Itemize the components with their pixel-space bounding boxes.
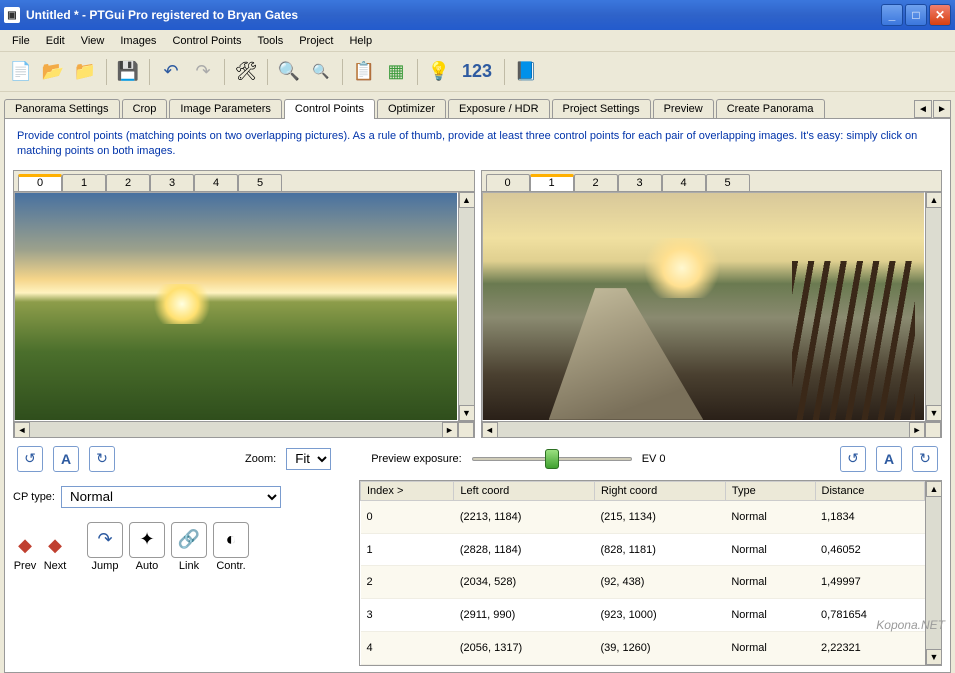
right-image-pane: 0 1 2 3 4 5 ▲▼ ◄► <box>481 170 943 438</box>
menu-view[interactable]: View <box>73 33 113 49</box>
left-tab-3[interactable]: 3 <box>150 174 194 191</box>
open-folder-icon[interactable]: 📂 <box>38 57 68 87</box>
right-tab-0[interactable]: 0 <box>486 174 530 191</box>
left-rotate-cw-icon[interactable]: ↻ <box>89 446 115 472</box>
table-row[interactable]: 1(2828, 1184)(828, 1181)Normal0,46052 <box>361 533 925 566</box>
tab-project-settings[interactable]: Project Settings <box>552 99 651 118</box>
right-hscroll[interactable]: ◄► <box>482 421 942 437</box>
left-image-canvas[interactable] <box>14 192 458 421</box>
copy-icon[interactable]: 📋 <box>349 57 379 87</box>
tab-scroll-left[interactable]: ◄ <box>914 100 932 118</box>
right-tab-4[interactable]: 4 <box>662 174 706 191</box>
window-title: Untitled * - PTGui Pro registered to Bry… <box>26 8 879 22</box>
watermark: Kopona.NET <box>876 618 945 632</box>
right-auto-a-button[interactable]: A <box>876 446 902 472</box>
bulb-icon[interactable]: 💡 <box>424 57 454 87</box>
left-tab-0[interactable]: 0 <box>18 174 62 191</box>
col-right-coord[interactable]: Right coord <box>594 481 725 500</box>
menu-edit[interactable]: Edit <box>38 33 73 49</box>
contrast-button[interactable]: ◐Contr. <box>213 522 249 572</box>
exposure-slider[interactable] <box>472 449 632 469</box>
left-tab-5[interactable]: 5 <box>238 174 282 191</box>
menu-file[interactable]: File <box>4 33 38 49</box>
cp-type-label: CP type: <box>13 491 55 503</box>
undo-icon[interactable]: ↶ <box>156 57 186 87</box>
instructions-text: Provide control points (matching points … <box>9 123 946 170</box>
app-icon: ▣ <box>4 7 20 23</box>
menu-help[interactable]: Help <box>341 33 380 49</box>
tab-create-panorama[interactable]: Create Panorama <box>716 99 825 118</box>
control-points-table[interactable]: Index > Left coord Right coord Type Dist… <box>360 481 925 665</box>
minimize-button[interactable]: _ <box>881 4 903 26</box>
toolbar: 📄 📂 📁 💾 ↶ ↷ 🛠 🔍 🔍 📋 ▦ 💡 123 📘 <box>0 52 955 92</box>
menu-images[interactable]: Images <box>112 33 164 49</box>
right-tab-1[interactable]: 1 <box>530 174 574 191</box>
prev-button[interactable]: ◆Prev <box>13 534 37 572</box>
main-tab-strip: Panorama Settings Crop Image Parameters … <box>0 92 955 118</box>
col-type[interactable]: Type <box>725 481 815 500</box>
right-rotate-ccw-icon[interactable]: ↺ <box>840 446 866 472</box>
col-left-coord[interactable]: Left coord <box>454 481 595 500</box>
right-tab-3[interactable]: 3 <box>618 174 662 191</box>
left-vscroll[interactable]: ▲▼ <box>458 192 474 421</box>
tab-exposure-hdr[interactable]: Exposure / HDR <box>448 99 549 118</box>
table-row[interactable]: 2(2034, 528)(92, 438)Normal1,49997 <box>361 566 925 599</box>
left-auto-a-button[interactable]: A <box>53 446 79 472</box>
help-book-icon[interactable]: 📘 <box>511 57 541 87</box>
menu-project[interactable]: Project <box>291 33 341 49</box>
right-tab-2[interactable]: 2 <box>574 174 618 191</box>
tools-icon[interactable]: 🛠 <box>231 57 261 87</box>
left-tab-2[interactable]: 2 <box>106 174 150 191</box>
close-button[interactable]: ✕ <box>929 4 951 26</box>
zoom-select[interactable]: Fit <box>286 448 331 470</box>
tab-control-points[interactable]: Control Points <box>284 99 375 119</box>
table-row[interactable]: 4(2056, 1317)(39, 1260)Normal2,22321 <box>361 632 925 665</box>
tab-preview[interactable]: Preview <box>653 99 714 118</box>
zoom-in-icon[interactable]: 🔍 <box>274 57 304 87</box>
left-tab-4[interactable]: 4 <box>194 174 238 191</box>
col-distance[interactable]: Distance <box>815 481 924 500</box>
zoom-label: Zoom: <box>245 453 276 465</box>
123-button[interactable]: 123 <box>456 57 498 87</box>
ev-value: EV 0 <box>642 453 666 465</box>
tab-crop[interactable]: Crop <box>122 99 168 118</box>
table-vscroll[interactable]: ▲▼ <box>925 481 941 665</box>
right-image-canvas[interactable] <box>482 192 926 421</box>
right-tab-5[interactable]: 5 <box>706 174 750 191</box>
right-vscroll[interactable]: ▲▼ <box>925 192 941 421</box>
tab-image-parameters[interactable]: Image Parameters <box>169 99 281 118</box>
col-index[interactable]: Index > <box>361 481 454 500</box>
redo-icon[interactable]: ↷ <box>188 57 218 87</box>
menu-control-points[interactable]: Control Points <box>164 33 249 49</box>
table-row[interactable]: 3(2911, 990)(923, 1000)Normal0,781654 <box>361 599 925 632</box>
table-row[interactable]: 0(2213, 1184)(215, 1134)Normal1,1834 <box>361 500 925 533</box>
link-button[interactable]: 🔗Link <box>171 522 207 572</box>
right-rotate-cw-icon[interactable]: ↻ <box>912 446 938 472</box>
add-folder-icon[interactable]: 📁 <box>70 57 100 87</box>
left-tab-1[interactable]: 1 <box>62 174 106 191</box>
left-hscroll[interactable]: ◄► <box>14 421 474 437</box>
grid-icon[interactable]: ▦ <box>381 57 411 87</box>
preview-exposure-label: Preview exposure: <box>371 453 462 465</box>
menu-tools[interactable]: Tools <box>250 33 292 49</box>
cp-type-select[interactable]: Normal <box>61 486 281 508</box>
jump-button[interactable]: ↷Jump <box>87 522 123 572</box>
tab-optimizer[interactable]: Optimizer <box>377 99 446 118</box>
tab-panorama-settings[interactable]: Panorama Settings <box>4 99 120 118</box>
maximize-button[interactable]: □ <box>905 4 927 26</box>
left-image-pane: 0 1 2 3 4 5 ▲▼ ◄► <box>13 170 475 438</box>
save-icon[interactable]: 💾 <box>113 57 143 87</box>
next-button[interactable]: ◆Next <box>43 534 67 572</box>
tab-scroll-right[interactable]: ► <box>933 100 951 118</box>
zoom-out-icon[interactable]: 🔍 <box>306 57 336 87</box>
menu-bar: File Edit View Images Control Points Too… <box>0 30 955 52</box>
new-document-icon[interactable]: 📄 <box>6 57 36 87</box>
auto-button[interactable]: ✦Auto <box>129 522 165 572</box>
left-rotate-ccw-icon[interactable]: ↺ <box>17 446 43 472</box>
